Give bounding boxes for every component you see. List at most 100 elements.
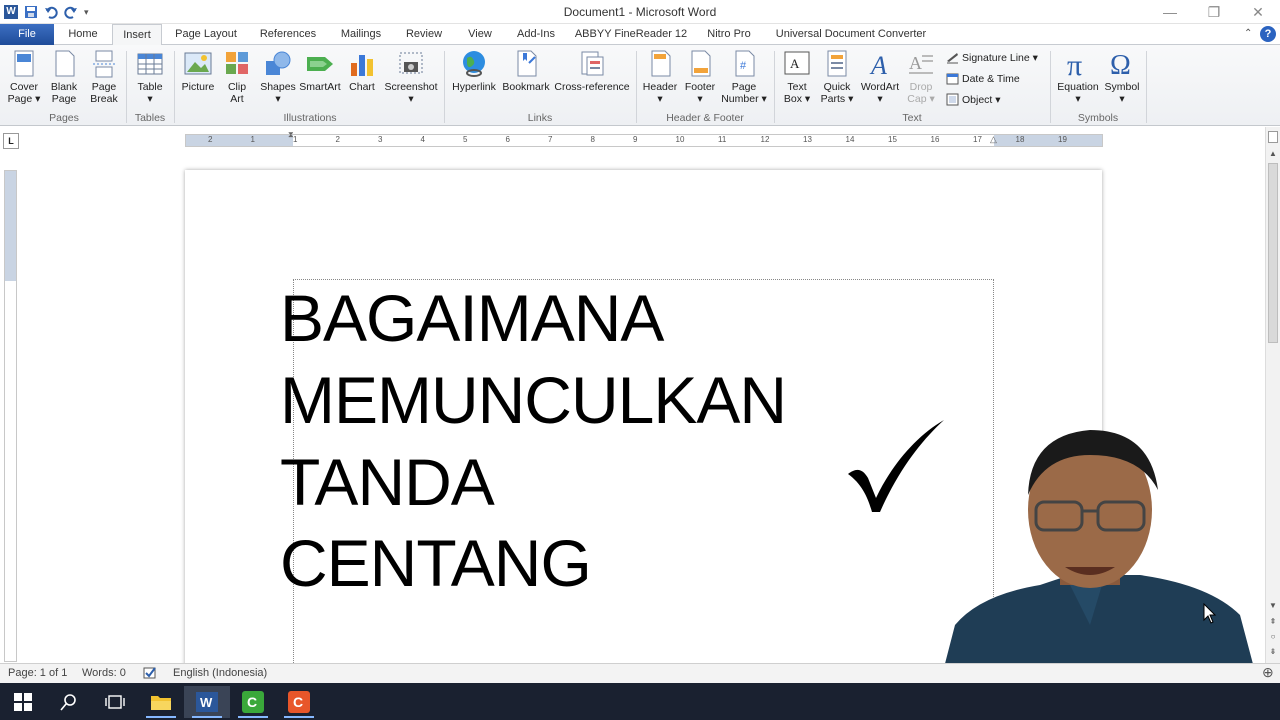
view-ruler-icon[interactable]: [1268, 131, 1278, 143]
taskbar-word[interactable]: W: [184, 686, 230, 718]
tab-nitro-pro[interactable]: Nitro Pro: [700, 24, 758, 45]
tab-references[interactable]: References: [254, 24, 322, 45]
page-number-button[interactable]: # Page Number ▾: [720, 49, 768, 105]
cover-page-button[interactable]: Cover Page ▾: [6, 49, 42, 105]
group-separator: [174, 51, 175, 123]
quick-parts-button[interactable]: Quick Parts ▾: [818, 49, 856, 105]
horizontal-ruler[interactable]: 2 1 1 2 3 4 5 6 7 8 9 10 11 12 13 14 15 16 17 18 19: [185, 134, 1103, 147]
group-label-text: Text: [902, 112, 922, 124]
proofing-icon[interactable]: [143, 666, 157, 680]
page-break-button[interactable]: Page Break: [86, 49, 122, 105]
ruler-number: 13: [803, 135, 812, 144]
cross-reference-button[interactable]: Cross-reference: [554, 49, 630, 93]
right-indent-marker[interactable]: △: [990, 134, 997, 145]
header-button[interactable]: Header ▾: [640, 49, 680, 105]
tab-view[interactable]: View: [460, 24, 500, 45]
picture-button[interactable]: Picture: [180, 49, 216, 93]
symbol-button[interactable]: Ω Symbol ▾: [1102, 49, 1142, 105]
group-separator: [636, 51, 637, 123]
signature-line-button[interactable]: Signature Line ▾: [946, 51, 1038, 64]
drop-cap-button[interactable]: A Drop Cap ▾: [902, 49, 940, 105]
blank-page-icon: [49, 49, 79, 79]
quick-parts-icon: [822, 49, 852, 79]
taskbar-file-explorer[interactable]: [138, 686, 184, 718]
chart-button[interactable]: Chart: [344, 49, 380, 93]
previous-page-icon[interactable]: ⇞: [1267, 617, 1279, 627]
next-page-icon[interactable]: ⇟: [1267, 647, 1279, 657]
group-label-symbols: Symbols: [1077, 112, 1119, 124]
group-label-header-footer: Header & Footer: [666, 112, 744, 124]
blank-page-button[interactable]: Blank Page: [46, 49, 82, 105]
ruler-number: 2: [335, 135, 340, 144]
ruler-number: 6: [505, 135, 510, 144]
object-icon: [946, 93, 959, 106]
shapes-button[interactable]: Shapes ▾: [258, 49, 298, 105]
table-icon: [135, 49, 165, 79]
word-count[interactable]: Words: 0: [82, 667, 126, 679]
svg-text:W: W: [200, 695, 213, 710]
ruler-number: 1: [250, 135, 255, 144]
restore-button[interactable]: ❐: [1194, 2, 1234, 22]
tab-abbyy[interactable]: ABBYY FineReader 12: [572, 24, 690, 45]
table-button[interactable]: Table ▾: [132, 49, 168, 105]
text-box-button[interactable]: A Text Box ▾: [778, 49, 816, 105]
date-time-button[interactable]: Date & Time: [946, 72, 1020, 85]
document-line-4[interactable]: CENTANG: [280, 528, 592, 598]
checkmark-symbol[interactable]: [846, 416, 946, 516]
drop-cap-icon: A: [906, 49, 936, 79]
smartart-button[interactable]: SmartArt: [298, 49, 342, 93]
task-view-button[interactable]: [92, 686, 138, 718]
tab-insert[interactable]: Insert: [112, 24, 162, 46]
svg-text:#: #: [740, 60, 747, 72]
close-button[interactable]: ✕: [1238, 2, 1278, 22]
scroll-down-arrow[interactable]: ▼: [1267, 601, 1279, 611]
document-line-3[interactable]: TANDA: [280, 447, 495, 517]
object-button[interactable]: Object ▾: [946, 93, 1001, 106]
minimize-button[interactable]: —: [1150, 2, 1190, 22]
clip-art-button[interactable]: Clip Art: [220, 49, 254, 105]
zoom-in-icon[interactable]: ⊕: [1262, 664, 1274, 681]
document-line-1[interactable]: BAGAIMANA: [280, 283, 664, 353]
tab-selector[interactable]: L: [3, 133, 19, 149]
document-line-2[interactable]: MEMUNCULKAN: [280, 365, 787, 435]
search-icon: [60, 694, 76, 711]
browse-object-icon[interactable]: ○: [1267, 632, 1279, 642]
screenshot-button[interactable]: Screenshot ▾: [382, 49, 440, 105]
tab-review[interactable]: Review: [400, 24, 448, 45]
equation-button[interactable]: π Equation ▾: [1056, 49, 1100, 105]
taskbar-camtasia-studio[interactable]: C: [276, 686, 322, 718]
tab-home[interactable]: Home: [60, 24, 106, 45]
tab-file[interactable]: File: [0, 24, 54, 45]
vertical-ruler[interactable]: [4, 170, 17, 662]
picture-icon: [183, 49, 213, 79]
tab-add-ins[interactable]: Add-Ins: [510, 24, 562, 45]
mouse-cursor-icon: [1203, 602, 1217, 628]
group-label-links: Links: [527, 112, 553, 124]
header-icon: [645, 49, 675, 79]
ruler-number: 5: [463, 135, 468, 144]
screenshot-icon: [396, 49, 426, 79]
footer-button[interactable]: Footer ▾: [680, 49, 720, 105]
cover-page-icon: [9, 49, 39, 79]
tab-mailings[interactable]: Mailings: [334, 24, 388, 45]
tab-page-layout[interactable]: Page Layout: [170, 24, 242, 45]
signature-line-icon: [946, 51, 959, 64]
group-separator: [444, 51, 445, 123]
vertical-scrollbar[interactable]: ▲ ▼ ⇞ ○ ⇟: [1265, 127, 1280, 663]
tab-universal-document-converter[interactable]: Universal Document Converter: [770, 24, 932, 45]
taskbar-camtasia-recorder[interactable]: C: [230, 686, 276, 718]
hyperlink-button[interactable]: Hyperlink: [450, 49, 498, 93]
ruler-number: 2: [208, 135, 213, 144]
language-indicator[interactable]: English (Indonesia): [173, 667, 267, 679]
page-count[interactable]: Page: 1 of 1: [8, 667, 67, 679]
scroll-thumb[interactable]: [1268, 163, 1278, 343]
bookmark-button[interactable]: Bookmark: [500, 49, 552, 93]
shapes-icon: [263, 49, 293, 79]
wordart-button[interactable]: A WordArt ▾: [858, 49, 902, 105]
indent-marker[interactable]: ⧗: [288, 130, 294, 140]
help-icon[interactable]: ?: [1260, 26, 1276, 42]
search-button[interactable]: [46, 686, 92, 718]
minimize-ribbon-icon[interactable]: ⌃: [1244, 28, 1252, 39]
start-button[interactable]: [0, 686, 46, 718]
scroll-up-arrow[interactable]: ▲: [1267, 149, 1279, 159]
